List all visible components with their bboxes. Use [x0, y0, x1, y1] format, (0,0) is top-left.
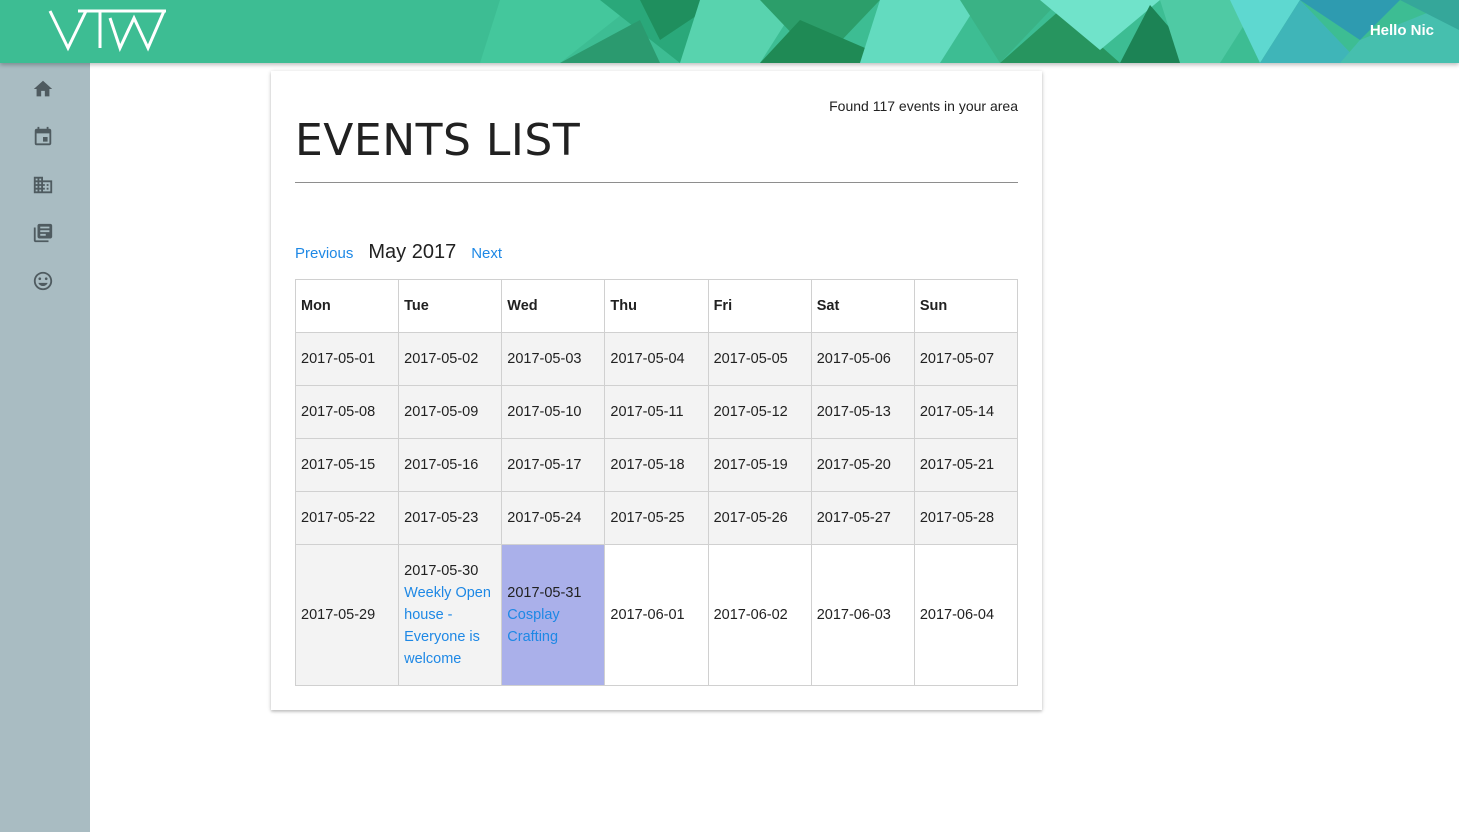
- logo[interactable]: [48, 8, 166, 52]
- calendar-day-cell[interactable]: 2017-05-11: [604, 385, 709, 439]
- calendar-day-cell[interactable]: 2017-05-20: [810, 438, 915, 492]
- calendar-day-cell[interactable]: 2017-05-18: [604, 438, 709, 492]
- day-header-wed: Wed: [501, 279, 606, 333]
- calendar-table: Mon Tue Wed Thu Fri Sat Sun 2017-05-01 2…: [294, 279, 1019, 686]
- calendar-day-cell[interactable]: 2017-05-16: [398, 438, 503, 492]
- calendar-week-row: 2017-05-22 2017-05-23 2017-05-24 2017-05…: [294, 491, 1019, 545]
- day-header-mon: Mon: [294, 279, 400, 333]
- sidebar-item-home[interactable]: [29, 75, 57, 103]
- calendar-day-cell[interactable]: 2017-05-05: [707, 332, 812, 386]
- calendar-day-cell[interactable]: 2017-05-19: [707, 438, 812, 492]
- calendar-day-cell[interactable]: 2017-05-13: [810, 385, 915, 439]
- day-header-fri: Fri: [707, 279, 812, 333]
- calendar-week-row: 2017-05-15 2017-05-16 2017-05-17 2017-05…: [294, 438, 1019, 492]
- day-header-thu: Thu: [604, 279, 709, 333]
- event-link-weekly-open-house[interactable]: Weekly Open house - Everyone is welcome: [404, 582, 496, 670]
- current-month-label: May 2017: [368, 241, 457, 263]
- calendar-day-cell[interactable]: 2017-05-07: [913, 332, 1019, 386]
- next-month-link[interactable]: Next: [471, 245, 502, 262]
- calendar-day-cell[interactable]: 2017-05-27: [810, 491, 915, 545]
- sidebar-item-venues[interactable]: [29, 171, 57, 199]
- library-books-icon: [33, 223, 53, 243]
- calendar-day-cell-selected[interactable]: 2017-05-31 Cosplay Crafting: [501, 544, 606, 686]
- calendar-day-cell-next-month[interactable]: 2017-06-04: [913, 544, 1019, 686]
- calendar-icon: [34, 126, 52, 146]
- user-greeting[interactable]: Hello Nic: [1370, 22, 1434, 39]
- sidebar-item-library[interactable]: [29, 219, 57, 247]
- calendar-day-cell[interactable]: 2017-05-23: [398, 491, 503, 545]
- calendar-day-cell[interactable]: 2017-05-14: [913, 385, 1019, 439]
- top-app-bar: Hello Nic: [0, 0, 1459, 63]
- sidebar: [0, 63, 90, 832]
- sidebar-item-profile[interactable]: [29, 267, 57, 295]
- calendar-week-row: 2017-05-01 2017-05-02 2017-05-03 2017-05…: [294, 332, 1019, 386]
- home-icon: [33, 80, 53, 97]
- calendar-day-cell[interactable]: 2017-05-15: [294, 438, 400, 492]
- calendar-day-cell[interactable]: 2017-05-24: [501, 491, 606, 545]
- calendar-day-cell-next-month[interactable]: 2017-06-03: [810, 544, 915, 686]
- calendar-week-row: 2017-05-29 2017-05-30 Weekly Open house …: [294, 544, 1019, 686]
- building-icon: [33, 176, 53, 194]
- calendar-day-cell[interactable]: 2017-05-08: [294, 385, 400, 439]
- calendar-day-cell[interactable]: 2017-05-28: [913, 491, 1019, 545]
- calendar-day-cell[interactable]: 2017-05-09: [398, 385, 503, 439]
- calendar-day-cell[interactable]: 2017-05-22: [294, 491, 400, 545]
- day-date: 2017-05-30: [404, 563, 479, 579]
- calendar-day-cell-with-event[interactable]: 2017-05-30 Weekly Open house - Everyone …: [398, 544, 503, 686]
- calendar-day-cell-next-month[interactable]: 2017-06-02: [707, 544, 812, 686]
- event-link-cosplay-crafting[interactable]: Cosplay Crafting: [507, 604, 599, 648]
- calendar-day-cell[interactable]: 2017-05-03: [501, 332, 606, 386]
- day-header-tue: Tue: [398, 279, 503, 333]
- calendar-day-cell[interactable]: 2017-05-29: [294, 544, 400, 686]
- title-divider: [295, 182, 1018, 183]
- month-navigation: Previous May 2017 Next: [295, 241, 502, 271]
- events-card: Found 117 events in your area EVENTS LIS…: [271, 71, 1042, 710]
- calendar-header-row: Mon Tue Wed Thu Fri Sat Sun: [294, 279, 1019, 333]
- calendar-day-cell[interactable]: 2017-05-01: [294, 332, 400, 386]
- calendar-day-cell[interactable]: 2017-05-26: [707, 491, 812, 545]
- calendar-day-cell[interactable]: 2017-05-21: [913, 438, 1019, 492]
- calendar-day-cell[interactable]: 2017-05-10: [501, 385, 606, 439]
- day-header-sun: Sun: [913, 279, 1019, 333]
- day-header-sat: Sat: [810, 279, 915, 333]
- page-title: EVENTS LIST: [295, 115, 581, 166]
- day-date: 2017-05-31: [507, 585, 582, 601]
- smiley-face-icon: [33, 271, 53, 291]
- sidebar-item-events[interactable]: [29, 123, 57, 151]
- previous-month-link[interactable]: Previous: [295, 245, 353, 262]
- calendar-day-cell[interactable]: 2017-05-06: [810, 332, 915, 386]
- calendar-day-cell-next-month[interactable]: 2017-06-01: [604, 544, 709, 686]
- calendar-day-cell[interactable]: 2017-05-17: [501, 438, 606, 492]
- calendar-day-cell[interactable]: 2017-05-25: [604, 491, 709, 545]
- calendar-day-cell[interactable]: 2017-05-12: [707, 385, 812, 439]
- calendar-week-row: 2017-05-08 2017-05-09 2017-05-10 2017-05…: [294, 385, 1019, 439]
- calendar-day-cell[interactable]: 2017-05-04: [604, 332, 709, 386]
- calendar-day-cell[interactable]: 2017-05-02: [398, 332, 503, 386]
- polygon-background: [0, 0, 1459, 63]
- events-found-count: Found 117 events in your area: [829, 98, 1018, 114]
